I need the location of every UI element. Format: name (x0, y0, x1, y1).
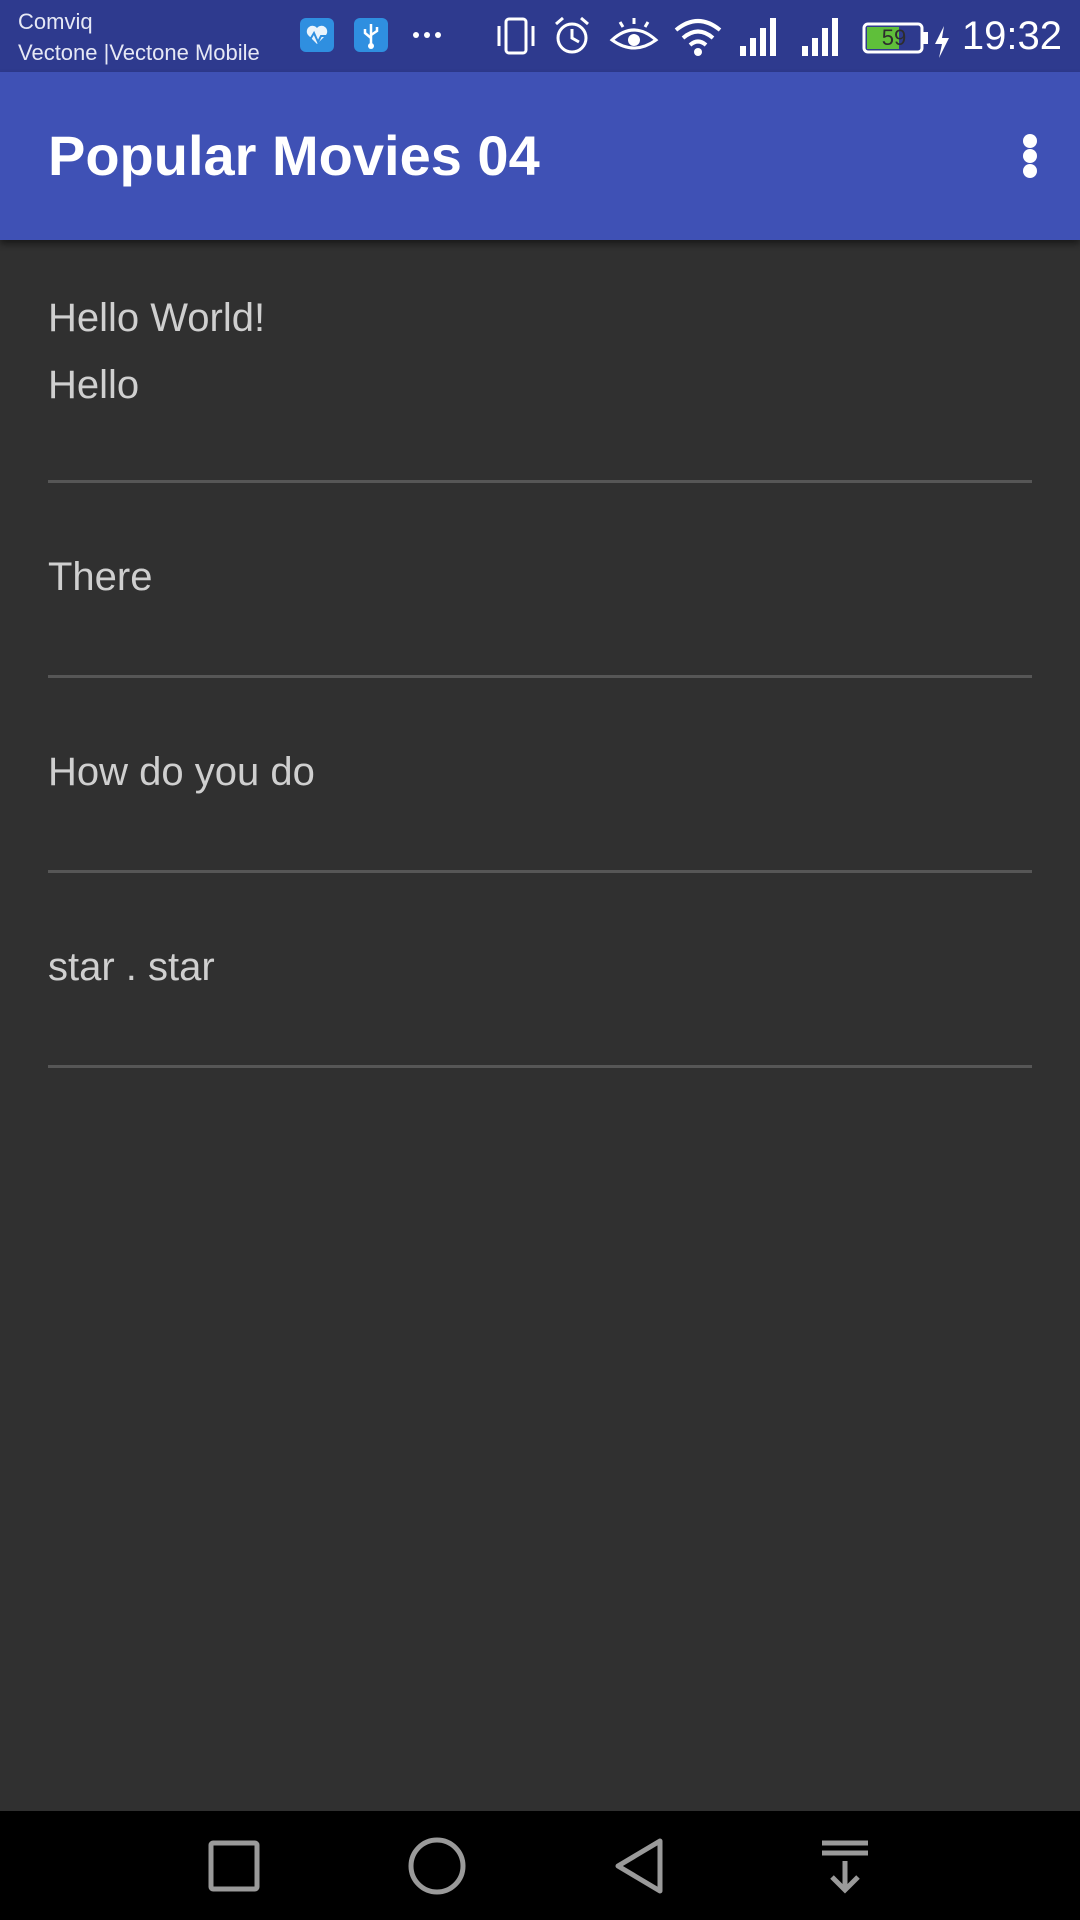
list-item-text: star . star (48, 945, 215, 989)
recent-apps-icon[interactable] (201, 1833, 267, 1899)
status-bar: Comviq Vectone |Vectone Mobile 59 19:32 (0, 0, 1080, 72)
app-bar: Popular Movies 04 (0, 72, 1080, 240)
battery-level: 59 (881, 25, 907, 50)
charging-icon (935, 26, 949, 58)
list-item-text: Hello World! (48, 296, 266, 340)
back-icon[interactable] (608, 1833, 674, 1899)
more-options-button[interactable] (998, 114, 1062, 198)
alarm-icon (555, 16, 589, 54)
signal-icon (802, 18, 838, 56)
more-vert-icon (1023, 134, 1037, 148)
app-screen: Comviq Vectone |Vectone Mobile 59 19:32 … (0, 0, 1080, 1920)
clock: 19:32 (961, 14, 1062, 58)
more-vert-icon-dot (1023, 164, 1037, 178)
list-item-text: How do you do (48, 750, 315, 794)
list-item-text: Hello (48, 363, 140, 407)
list-item[interactable]: Hello World! Hello (48, 240, 1032, 483)
carrier-line-1: Comviq (18, 9, 93, 34)
carrier-line-2: Vectone |Vectone Mobile (18, 40, 260, 65)
notification-pull-icon[interactable] (812, 1833, 878, 1899)
battery-icon: 59 (862, 22, 930, 54)
app-title: Popular Movies 04 (48, 124, 540, 187)
more-notifications-icon (410, 20, 444, 50)
eye-comfort-icon (609, 18, 659, 50)
more-vert-icon-dot (1023, 149, 1037, 163)
home-icon[interactable] (404, 1833, 470, 1899)
list-item-text: There (48, 555, 153, 599)
signal-icon (740, 18, 776, 56)
navigation-bar (0, 1811, 1080, 1920)
carrier-info: Comviq Vectone |Vectone Mobile (18, 6, 260, 68)
text-list: Hello World! Hello There How do you do s… (48, 240, 1032, 1068)
list-item[interactable]: star . star (48, 873, 1032, 1068)
list-item[interactable]: There (48, 483, 1032, 678)
list-item[interactable]: How do you do (48, 678, 1032, 873)
wifi-icon (674, 19, 722, 56)
vibrate-icon (497, 17, 535, 55)
health-icon (300, 18, 334, 52)
usb-icon (354, 18, 388, 52)
